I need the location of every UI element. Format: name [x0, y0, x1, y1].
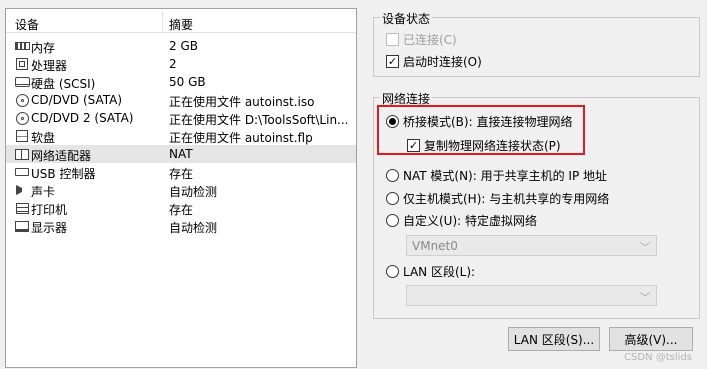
device-summary: 2 [169, 57, 177, 71]
device-name: CD/DVD 2 (SATA) [31, 111, 134, 125]
column-divider[interactable] [162, 11, 163, 32]
device-name: 硬盘 (SCSI) [31, 77, 96, 91]
device-summary: 正在使用文件 autoinst.flp [169, 131, 313, 145]
device-name: CD/DVD (SATA) [31, 93, 123, 107]
checkbox-box[interactable] [386, 33, 399, 46]
device-summary: 50 GB [169, 75, 206, 89]
radio-icon[interactable] [386, 192, 399, 205]
host-only-radio[interactable]: 仅主机模式(H): 与主机共享的专用网络 [386, 190, 609, 207]
processor-icon [14, 57, 30, 71]
device-name: 网络适配器 [31, 149, 92, 163]
column-header-device[interactable]: 设备 [15, 16, 39, 33]
custom-network-radio[interactable]: 自定义(U): 特定虚拟网络 [386, 212, 537, 229]
watermark: CSDN @tslids [624, 352, 692, 363]
device-row-network-adapter[interactable]: 网络适配器 NAT [6, 145, 356, 163]
device-summary: 正在使用文件 autoinst.iso [169, 95, 315, 109]
device-row-processor[interactable]: 处理器 2 [6, 55, 356, 73]
device-name: 软盘 [31, 131, 56, 145]
memory-icon [14, 39, 30, 53]
bridged-mode-label: 桥接模式(B): 直接连接物理网络 [403, 115, 573, 129]
device-name: 处理器 [31, 59, 68, 73]
lan-segment-select[interactable]: ﹀ [406, 285, 657, 306]
usb-controller-icon [14, 165, 30, 179]
sound-card-icon [14, 183, 30, 197]
radio-icon[interactable] [386, 169, 399, 182]
connect-at-power-on-checkbox[interactable]: ✓ 启动时连接(O) [386, 53, 482, 70]
device-row-cd-dvd[interactable]: CD/DVD (SATA) 正在使用文件 autoinst.iso [6, 91, 356, 109]
lan-segment-label: LAN 区段(L): [403, 265, 476, 279]
checkmark-icon[interactable]: ✓ [386, 55, 399, 68]
device-summary: 自动检测 [169, 221, 218, 235]
device-name: USB 控制器 [31, 167, 96, 181]
device-list-header: 设备 摘要 [6, 9, 356, 33]
host-only-label: 仅主机模式(H): 与主机共享的专用网络 [403, 192, 610, 206]
network-adapter-icon [14, 147, 30, 161]
device-summary: 正在使用文件 D:\ToolsSoft\Lin... [169, 113, 349, 127]
chevron-down-icon: ﹀ [640, 293, 650, 304]
device-name: 显示器 [31, 221, 68, 235]
device-summary: 2 GB [169, 39, 198, 53]
device-status-title: 设备状态 [380, 10, 433, 27]
hard-disk-icon [14, 75, 30, 89]
custom-network-label: 自定义(U): 特定虚拟网络 [403, 214, 538, 228]
chevron-down-icon: ﹀ [640, 243, 650, 254]
advanced-button[interactable]: 高级(V)... [609, 327, 693, 351]
lan-segment-radio[interactable]: LAN 区段(L): [386, 263, 475, 280]
device-row-display[interactable]: 显示器 自动检测 [6, 217, 356, 235]
device-row-floppy[interactable]: 软盘 正在使用文件 autoinst.flp [6, 127, 356, 145]
connected-label: 已连接(C) [403, 33, 457, 47]
checkmark-icon[interactable]: ✓ [407, 139, 420, 152]
device-summary: NAT [169, 147, 193, 161]
device-row-usb-controller[interactable]: USB 控制器 存在 [6, 163, 356, 181]
device-name: 内存 [31, 41, 56, 55]
lan-segments-button[interactable]: LAN 区段(S)... [508, 327, 600, 351]
device-summary: 自动检测 [169, 185, 218, 199]
device-summary: 存在 [169, 167, 194, 181]
device-name: 声卡 [31, 185, 56, 199]
connected-checkbox[interactable]: 已连接(C) [386, 31, 457, 48]
floppy-icon [14, 129, 30, 143]
replicate-state-checkbox[interactable]: ✓ 复制物理网络连接状态(P) [407, 137, 561, 154]
radio-icon[interactable] [386, 214, 399, 227]
connect-at-power-on-label: 启动时连接(O) [403, 55, 482, 69]
cd-dvd-icon [14, 111, 30, 125]
device-row-hard-disk[interactable]: 硬盘 (SCSI) 50 GB [6, 73, 356, 91]
vmnet-select[interactable]: VMnet0 ﹀ [406, 235, 657, 256]
display-icon [14, 219, 30, 233]
nat-mode-radio[interactable]: NAT 模式(N): 用于共享主机的 IP 地址 [386, 167, 607, 184]
network-adapter-settings-window: 设备 摘要 内存 2 GB 处理器 2 硬盘 (SCSI) 50 GB CD/D… [0, 0, 707, 369]
device-row-sound-card[interactable]: 声卡 自动检测 [6, 181, 356, 199]
radio-icon[interactable] [386, 265, 399, 278]
device-name: 打印机 [31, 203, 68, 217]
radio-selected-icon[interactable] [386, 115, 399, 128]
device-list[interactable]: 设备 摘要 内存 2 GB 处理器 2 硬盘 (SCSI) 50 GB CD/D… [5, 8, 357, 368]
device-row-printer[interactable]: 打印机 存在 [6, 199, 356, 217]
device-row-memory[interactable]: 内存 2 GB [6, 37, 356, 55]
nat-mode-label: NAT 模式(N): 用于共享主机的 IP 地址 [403, 169, 608, 183]
cd-dvd-icon [14, 93, 30, 107]
printer-icon [14, 201, 30, 215]
device-summary: 存在 [169, 203, 194, 217]
replicate-state-label: 复制物理网络连接状态(P) [424, 139, 561, 153]
device-row-cd-dvd-2[interactable]: CD/DVD 2 (SATA) 正在使用文件 D:\ToolsSoft\Lin.… [6, 109, 356, 127]
vmnet-select-value: VMnet0 [412, 239, 458, 253]
column-header-summary[interactable]: 摘要 [169, 16, 193, 33]
bridged-mode-radio[interactable]: 桥接模式(B): 直接连接物理网络 [386, 113, 572, 130]
